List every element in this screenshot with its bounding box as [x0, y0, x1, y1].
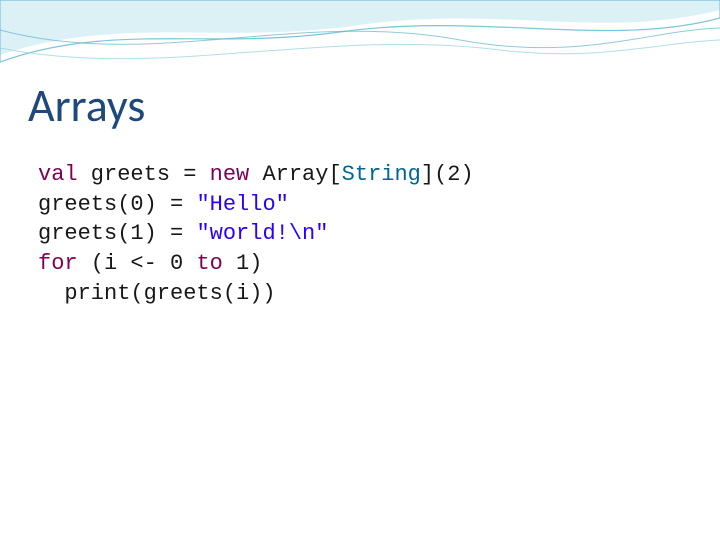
str-world: "world!\n" — [196, 221, 328, 246]
type-array-close: ](2) — [421, 162, 474, 187]
code-line-2: greets(0) = "Hello" — [38, 192, 289, 217]
kw-for: for — [38, 251, 78, 276]
kw-new: new — [210, 162, 250, 187]
code-line-1: val greets = new Array[String](2) — [38, 162, 474, 187]
wave-background — [0, 0, 720, 90]
code-line-4: for (i <- 0 to 1) — [38, 251, 262, 276]
str-hello: "Hello" — [196, 192, 288, 217]
assign-1: greets(1) = — [38, 221, 196, 246]
type-array-open: Array[ — [249, 162, 341, 187]
kw-val: val — [38, 162, 78, 187]
op-eq: = — [183, 162, 209, 187]
page-title: Arrays — [28, 78, 145, 134]
kw-to: to — [196, 251, 222, 276]
print-call: print(greets(i)) — [38, 281, 276, 306]
assign-0: greets(0) = — [38, 192, 196, 217]
code-line-3: greets(1) = "world!\n" — [38, 221, 328, 246]
ident-greets: greets — [78, 162, 184, 187]
code-block: val greets = new Array[String](2) greets… — [38, 160, 474, 308]
for-open: (i <- 0 — [78, 251, 197, 276]
code-line-5: print(greets(i)) — [38, 281, 276, 306]
type-string: String — [342, 162, 421, 187]
for-close: 1) — [223, 251, 263, 276]
